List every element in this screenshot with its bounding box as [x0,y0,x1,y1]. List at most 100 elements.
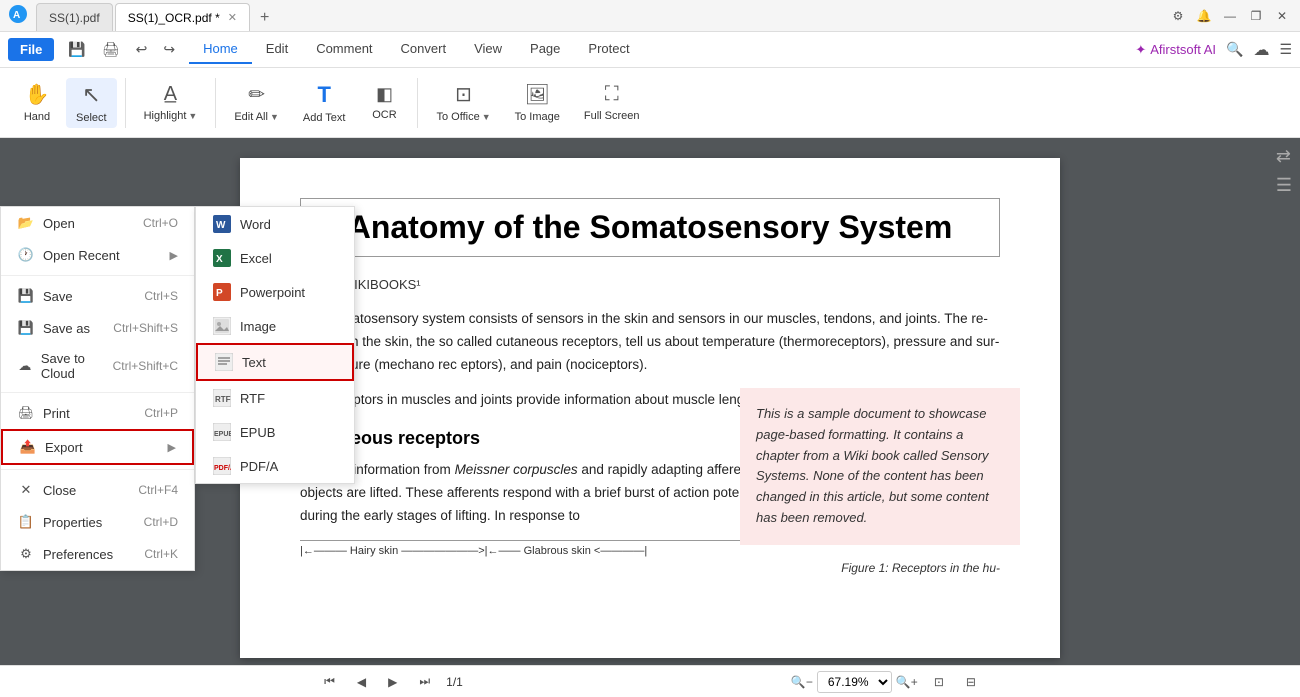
edit-all-icon: ✏ [248,82,265,107]
tab-protect[interactable]: Protect [574,35,643,64]
print-icon: 🖨 [17,404,35,422]
to-office-button[interactable]: ⊡ To Office ▼ [426,78,500,127]
search-button[interactable]: 🔍 [1226,41,1243,58]
edit-all-dropdown-arrow: ▼ [270,112,279,122]
print-action-icon[interactable]: 🖨 [96,39,126,60]
tab-edit[interactable]: Edit [252,35,302,64]
export-pdfa[interactable]: PDF/A PDF/A [196,449,354,483]
menu-save-as[interactable]: 💾 Save as Ctrl+Shift+S [1,312,194,344]
menu-bar: File 💾 🖨 ↩ ↪ Home Edit Comment Convert V… [0,32,1300,68]
redo-action-icon[interactable]: ↪ [157,39,181,60]
tab-comment[interactable]: Comment [302,35,386,64]
tab-ss1-pdf[interactable]: SS(1).pdf [36,3,113,31]
zoom-select[interactable]: 67.19% 50% 75% 100% [817,671,892,693]
pdfa-export-icon: PDF/A [212,456,232,476]
export-submenu: W Word X Excel P Powerpoint [195,206,355,484]
minimize-button[interactable]: — [1220,6,1240,26]
menu-properties[interactable]: 📋 Properties Ctrl+D [1,506,194,538]
zoom-control[interactable]: 🔍− 67.19% 50% 75% 100% 🔍+ [791,671,918,693]
status-bar: ⏮ ◀ ▶ ⏭ 1/1 🔍− 67.19% 50% 75% 100% 🔍+ ⊡ … [0,665,1300,697]
rtf-export-icon: RTF [212,388,232,408]
tab-home[interactable]: Home [189,35,252,64]
undo-action-icon[interactable]: ↩ [130,39,154,60]
menu-save[interactable]: 💾 Save Ctrl+S [1,280,194,312]
select-icon: ↖ [82,82,100,108]
export-text[interactable]: Text [196,343,354,381]
properties-panel-icon[interactable]: ☰ [1276,175,1292,196]
zoom-out-button[interactable]: 🔍− [791,675,813,689]
cloud-button[interactable]: ☁ [1253,40,1269,60]
close-menu-icon: ✕ [17,481,35,499]
export-word[interactable]: W Word [196,207,354,241]
properties-icon: 📋 [17,513,35,531]
tab-view[interactable]: View [460,35,516,64]
svg-text:RTF: RTF [215,395,231,404]
last-page-button[interactable]: ⏭ [413,672,436,691]
panel-toggle-button[interactable]: ☰ [1279,41,1292,58]
translate-panel-icon[interactable]: ⇄ [1276,146,1292,167]
ocr-button[interactable]: ◧ OCR [359,80,409,125]
powerpoint-icon: P [212,282,232,302]
tab-ss1-ocr-pdf[interactable]: SS(1)_OCR.pdf * ✕ [115,3,250,31]
image-export-icon [212,316,232,336]
export-rtf[interactable]: RTF RTF [196,381,354,415]
excel-icon: X [212,248,232,268]
notification-icon[interactable]: 🔔 [1194,6,1214,26]
epub-export-icon: EPUB [212,422,232,442]
open-recent-arrow: ▶ [170,249,178,262]
menu-right-controls: ✦ Afirstsoft AI 🔍 ☁ ☰ [1135,40,1292,60]
select-tool-button[interactable]: ↖ Select [66,78,117,128]
tab-close-icon[interactable]: ✕ [228,11,237,24]
svg-text:PDF/A: PDF/A [214,465,231,472]
tab-convert[interactable]: Convert [387,35,461,64]
menu-print[interactable]: 🖨 Print Ctrl+P [1,397,194,429]
edit-all-button[interactable]: ✏ Edit All ▼ [224,78,289,127]
page-indicator: 1/1 [446,675,463,689]
prev-page-button[interactable]: ◀ [351,673,372,691]
separator-1 [125,78,126,128]
fit-width-button[interactable]: ⊟ [960,673,982,691]
export-epub[interactable]: EPUB EPUB [196,415,354,449]
add-text-button[interactable]: T Add Text [293,78,356,128]
close-button[interactable]: ✕ [1272,6,1292,26]
menu-close[interactable]: ✕ Close Ctrl+F4 [1,474,194,506]
figure-caption: Figure 1: Receptors in the hu- [841,561,1000,575]
export-excel[interactable]: X Excel [196,241,354,275]
preferences-icon: ⚙ [17,545,35,563]
afirstsoft-ai-button[interactable]: ✦ Afirstsoft AI [1135,42,1216,58]
svg-text:A: A [13,10,20,21]
export-icon: 📤 [19,438,37,456]
highlight-tool-button[interactable]: A̲ Highlight ▼ [134,79,208,126]
ai-star-icon: ✦ [1135,42,1146,58]
menu-open[interactable]: 📂 Open Ctrl+O [1,207,194,239]
callout-text: This is a sample document to showcase pa… [756,406,989,525]
menu-save-cloud[interactable]: ☁ Save to Cloud Ctrl+Shift+C [1,344,194,388]
separator-2 [215,78,216,128]
main-area: Anatomy of the Somatosensory System FROM… [0,138,1300,665]
hand-tool-button[interactable]: ✋ Hand [12,78,62,127]
export-powerpoint[interactable]: P Powerpoint [196,275,354,309]
menu-export[interactable]: 📤 Export ▶ [1,429,194,465]
first-page-button[interactable]: ⏮ [318,672,341,691]
save-action-icon[interactable]: 💾 [62,39,91,60]
full-screen-button[interactable]: ⛶ Full Screen [574,79,650,126]
restore-button[interactable]: ❐ [1246,6,1266,26]
to-image-button[interactable]: 🖼 To Image [505,78,570,127]
menu-preferences[interactable]: ⚙ Preferences Ctrl+K [1,538,194,570]
svg-text:X: X [216,254,223,265]
menu-open-recent[interactable]: 🕐 Open Recent ▶ [1,239,194,271]
to-office-icon: ⊡ [455,82,472,107]
new-tab-button[interactable]: + [252,5,277,31]
zoom-in-button[interactable]: 🔍+ [896,675,918,689]
next-page-button[interactable]: ▶ [382,673,403,691]
to-image-icon: 🖼 [525,82,550,107]
document-source: FROM WIKIBOOKS¹ [300,277,1000,292]
callout-box: This is a sample document to showcase pa… [740,388,1020,545]
tab-page[interactable]: Page [516,35,574,64]
export-image[interactable]: Image [196,309,354,343]
full-screen-icon: ⛶ [605,83,619,106]
fit-page-button[interactable]: ⊡ [928,673,950,691]
settings-icon[interactable]: ⚙ [1168,6,1188,26]
file-menu-button[interactable]: File [8,38,54,61]
toolbar: ✋ Hand ↖ Select A̲ Highlight ▼ ✏ Edit Al… [0,68,1300,138]
